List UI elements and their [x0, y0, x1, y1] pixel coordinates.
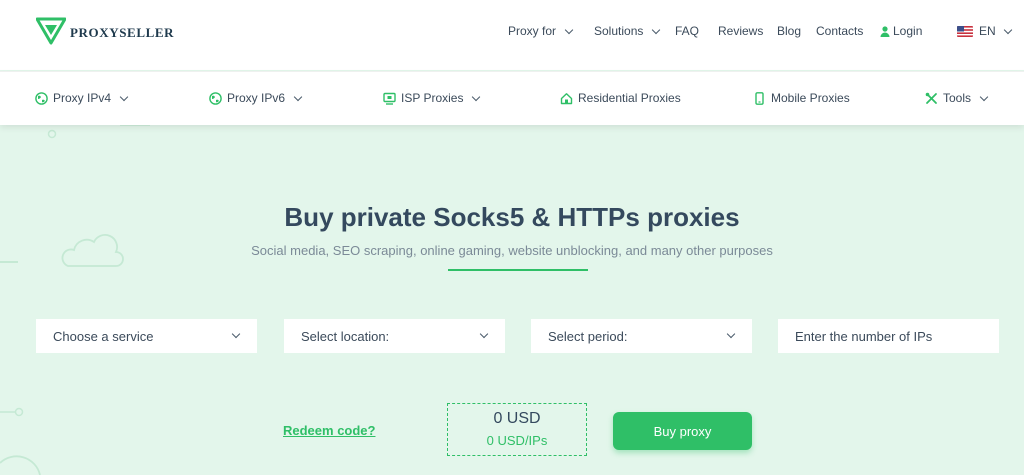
circuit-decoration [0, 407, 41, 475]
product-nav-item-ipv6[interactable]: Proxy IPv6 [209, 91, 303, 105]
location-select[interactable]: Select location: [284, 319, 505, 353]
chevron-down-icon [979, 92, 989, 101]
page-subtitle: Social media, SEO scraping, online gamin… [251, 243, 773, 258]
title-underline [448, 269, 588, 271]
product-nav-label: Tools [943, 91, 972, 105]
total-price: 0 USD [493, 410, 541, 427]
nav-solutions[interactable]: Solutions [594, 24, 661, 38]
product-nav-label: ISP Proxies [401, 91, 464, 105]
chevron-down-icon [726, 329, 736, 339]
user-icon [880, 25, 890, 37]
product-nav-label: Proxy IPv6 [227, 91, 286, 105]
product-nav-item-mobile[interactable]: Mobile Proxies [753, 91, 850, 105]
product-nav-item-tools[interactable]: Tools [925, 91, 989, 105]
home-icon [560, 92, 573, 104]
product-nav-label: Proxy IPv4 [53, 91, 112, 105]
buy-proxy-button[interactable]: Buy proxy [613, 412, 752, 450]
chevron-down-icon [1003, 25, 1012, 34]
product-nav: Proxy IPv4 Proxy IPv6 ISP Proxies Reside… [0, 71, 1024, 125]
language-selector[interactable]: EN [957, 24, 1012, 38]
nav-reviews-label: Reviews [718, 24, 764, 38]
isp-icon [383, 92, 396, 105]
page-title: Buy private Socks5 & HTTPs proxies [284, 202, 740, 232]
nav-reviews[interactable]: Reviews [718, 24, 763, 38]
ip-count-field [778, 319, 999, 353]
nav-contacts-label: Contacts [816, 24, 864, 38]
nav-contacts[interactable]: Contacts [816, 24, 863, 38]
nav-faq[interactable]: FAQ [675, 24, 699, 38]
nav-proxy-for-label: Proxy for [508, 24, 557, 38]
product-nav-label: Residential Proxies [578, 91, 681, 105]
side-line-decoration [0, 261, 18, 263]
nav-solutions-label: Solutions [594, 24, 644, 38]
nav-blog-label: Blog [777, 24, 802, 38]
product-nav-item-isp[interactable]: ISP Proxies [383, 91, 481, 105]
chevron-down-icon [231, 329, 241, 339]
top-header: PROXYSELLER Proxy for Solutions FAQ Revi… [0, 0, 1024, 70]
service-select[interactable]: Choose a service [36, 319, 257, 353]
product-nav-label: Mobile Proxies [771, 91, 850, 105]
language-label: EN [979, 24, 996, 38]
chevron-down-icon [472, 92, 481, 101]
top-nav: Proxy for Solutions FAQ Reviews Blog Con… [0, 24, 1024, 40]
redeem-code-link[interactable]: Redeem code? [283, 423, 375, 438]
period-select[interactable]: Select period: [531, 319, 752, 353]
product-nav-item-residential[interactable]: Residential Proxies [560, 91, 681, 105]
nav-faq-label: FAQ [675, 24, 700, 38]
price-per-ip: 0 USD/IPs [486, 433, 548, 448]
ip-count-input[interactable] [795, 328, 999, 344]
location-select-value: Select location: [301, 328, 390, 344]
nav-blog[interactable]: Blog [777, 24, 801, 38]
chevron-down-icon [652, 25, 661, 34]
us-flag-icon [957, 25, 973, 37]
nav-proxy-for[interactable]: Proxy for [508, 24, 574, 38]
service-select-value: Choose a service [53, 328, 154, 344]
period-select-value: Select period: [548, 328, 628, 344]
product-nav-item-ipv4[interactable]: Proxy IPv4 [35, 91, 129, 105]
login-label: Login [893, 24, 923, 38]
chevron-down-icon [479, 329, 489, 339]
globe-icon [209, 91, 222, 105]
chevron-down-icon [119, 92, 129, 101]
globe-icon [35, 91, 48, 105]
login-link[interactable]: Login [880, 24, 922, 38]
price-summary: 0 USD 0 USD/IPs [447, 403, 587, 456]
chevron-down-icon [293, 92, 303, 101]
mobile-icon [755, 91, 764, 105]
tools-icon [925, 92, 937, 104]
chevron-down-icon [564, 25, 574, 34]
